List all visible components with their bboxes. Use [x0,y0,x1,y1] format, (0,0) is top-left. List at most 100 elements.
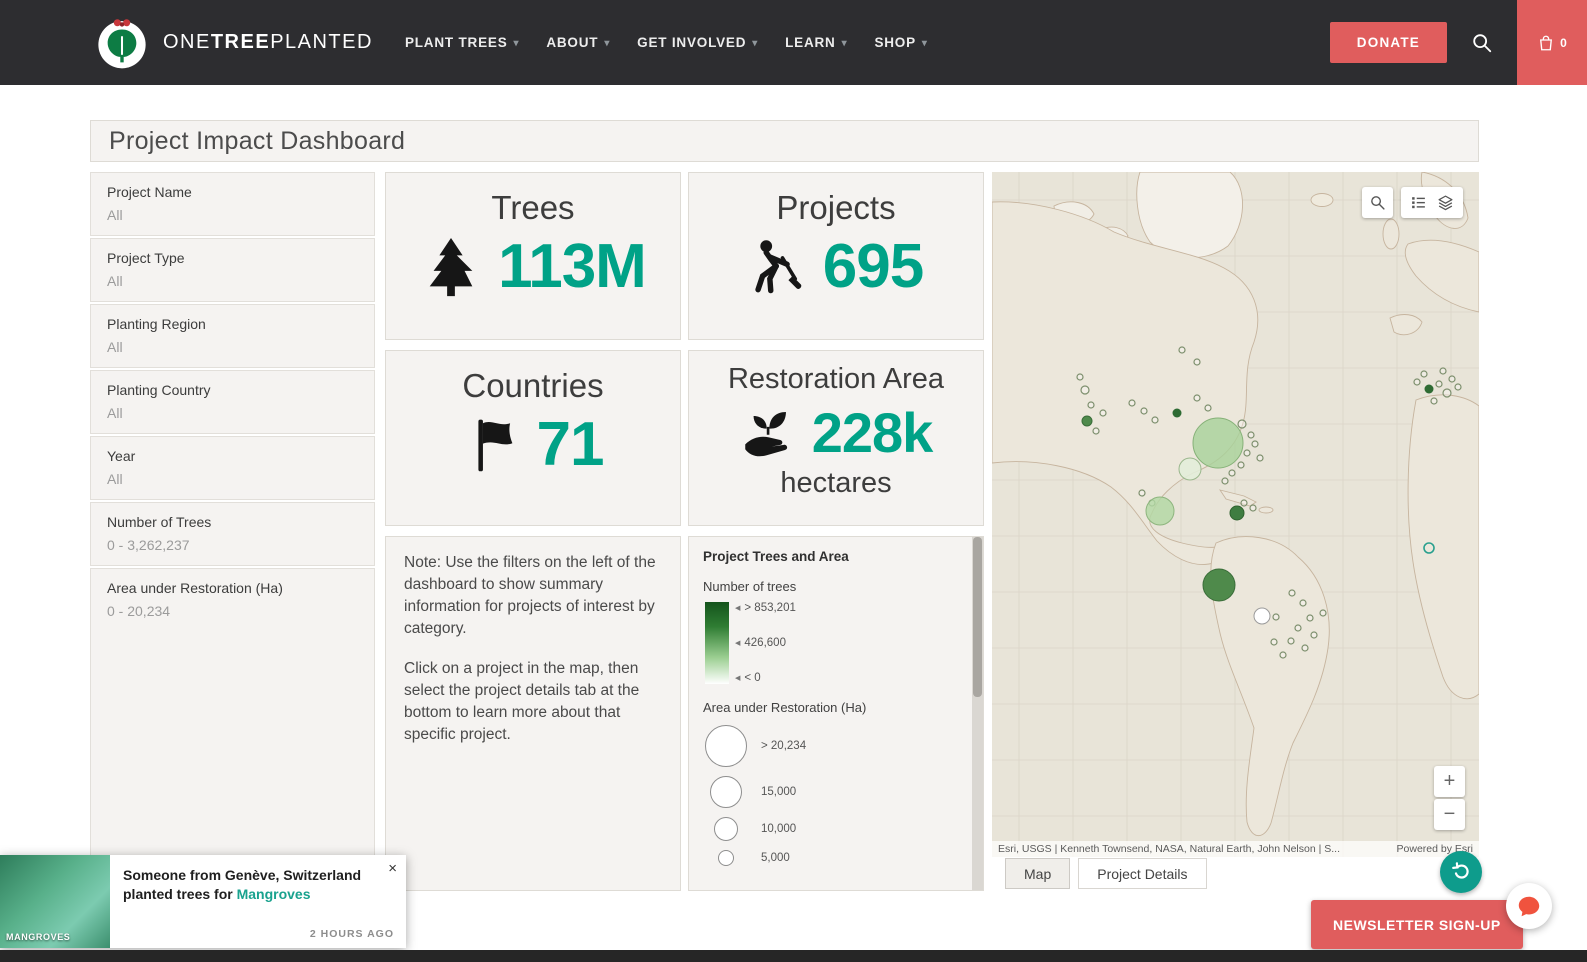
projects-map[interactable]: + − Esri, USGS | Kenneth Townsend, NASA,… [992,172,1479,857]
stat-card-restoration-area: Restoration Area 228k hectares [688,350,984,526]
brand-planted: PLANTED [270,31,373,53]
project-marker[interactable] [1229,505,1245,521]
note-paragraph-1: Note: Use the filters on the left of the… [404,554,656,637]
chevron-down-icon: ▾ [921,38,928,49]
tick-label: > 853,201 [744,602,796,614]
map-landmasses [992,172,1479,837]
note-paragraph-2: Click on a project in the map, then sele… [404,660,640,743]
stat-value: 228k [811,401,934,464]
zoom-out-button[interactable]: − [1434,799,1465,830]
filter-label: Area under Restoration (Ha) [107,580,283,596]
size-circle-icon [718,850,734,866]
tick-label: 426,600 [744,637,786,649]
gradient-tick: ◀ 426,600 [735,637,796,649]
nav-item-get-involved[interactable]: GET INVOLVED ▾ [637,35,758,50]
donate-button[interactable]: DONATE [1329,22,1447,63]
project-marker-large[interactable] [1192,417,1244,469]
map-tabs: Map Project Details [1005,858,1207,889]
nav-item-label: PLANT TREES [404,35,508,50]
project-marker[interactable] [1424,384,1434,394]
area-legend-row: 5,000 [703,850,969,866]
zoom-in-button[interactable]: + [1434,766,1465,797]
filter-value: All [107,471,123,487]
map-search-button[interactable] [1362,187,1393,218]
nav-item-shop[interactable]: SHOP ▾ [874,35,927,50]
size-circle-icon [705,725,747,767]
project-marker[interactable] [1081,415,1093,427]
nav-item-plant-trees[interactable]: PLANT TREES ▾ [405,35,519,50]
tab-map[interactable]: Map [1005,858,1071,889]
project-marker[interactable] [1253,607,1271,625]
refresh-button[interactable] [1440,851,1482,893]
nav-item-label: SHOP [874,35,916,50]
brand-name: ONETREEPLANTED [163,31,373,54]
filter-value: All [107,207,123,223]
newsletter-signup-button[interactable]: NEWSLETTER SIGN-UP [1311,900,1523,949]
nav-right-controls: DONATE 0 [1329,0,1587,85]
filter-planting-region[interactable]: Planting Region All [90,304,375,368]
search-icon[interactable] [1471,32,1493,54]
trees-gradient-legend: ◀ > 853,201 ◀ 426,600 ◀ < 0 [705,602,969,684]
stat-card-countries: Countries 71 [385,350,681,526]
nav-item-label: LEARN [785,35,836,50]
logo-icon [98,18,146,68]
onetreeplanted-logo[interactable] [95,16,149,70]
project-marker[interactable] [1145,496,1175,526]
stat-value: 71 [536,410,605,479]
project-marker-dark[interactable] [1202,568,1236,602]
filter-label: Project Type [107,250,185,266]
brand-tree: TREE [210,31,271,53]
filter-label: Project Name [107,184,192,200]
area-tick-label: 10,000 [761,823,797,835]
size-circle-icon [710,776,742,808]
legend-list-icon[interactable] [1410,194,1427,211]
chat-launcher-button[interactable] [1506,883,1552,929]
area-legend-row: 10,000 [703,817,969,841]
tab-project-details[interactable]: Project Details [1078,858,1207,889]
brand-one: ONE [163,31,211,53]
project-marker[interactable] [1172,408,1182,418]
nav-item-learn[interactable]: LEARN ▾ [785,35,847,50]
scrollbar-thumb[interactable] [973,537,982,697]
stat-value: 113M [498,232,647,301]
legend-scrollbar[interactable] [972,537,983,890]
layers-icon[interactable] [1437,194,1454,211]
filter-year[interactable]: Year All [90,436,375,500]
close-icon[interactable]: × [388,861,397,876]
map-canvas [992,172,1479,857]
stat-unit: hectares [780,467,892,499]
nav-item-label: GET INVOLVED [637,35,747,50]
filter-project-name[interactable]: Project Name All [90,172,375,236]
stat-title: Countries [462,367,604,404]
instructions-note: Note: Use the filters on the left of the… [385,536,681,891]
stat-value: 695 [822,232,924,301]
filter-planting-country[interactable]: Planting Country All [90,370,375,434]
notification-body: Someone from Genève, Switzerland planted… [110,855,406,948]
filter-number-of-trees[interactable]: Number of Trees 0 - 3,262,237 [90,502,375,566]
cart-button[interactable]: 0 [1517,0,1587,85]
filter-area-under-restoration[interactable]: Area under Restoration (Ha) 0 - 20,234 [90,568,375,891]
tick-arrow-icon: ◀ [735,640,741,647]
stat-card-trees: Trees 113M [385,172,681,340]
chat-bubble-icon [1518,896,1540,917]
area-legend-row: 15,000 [703,776,969,808]
photo-caption: MANGROVES [6,932,71,942]
project-marker[interactable] [1178,457,1202,481]
legend-area-label: Area under Restoration (Ha) [703,700,867,715]
tick-arrow-icon: ◀ [735,605,741,612]
map-legend: Project Trees and Area Number of trees ◀… [688,536,984,891]
nav-item-about[interactable]: ABOUT ▾ [546,35,610,50]
size-circle-icon [714,817,738,841]
stat-title: Restoration Area [727,363,944,395]
bag-icon [1540,35,1553,50]
mangroves-link[interactable]: Mangroves [237,886,311,902]
filter-project-type[interactable]: Project Type All [90,238,375,302]
filter-label: Planting Region [107,316,206,332]
nav-links: PLANT TREES ▾ ABOUT ▾ GET INVOLVED ▾ LEA… [405,35,928,50]
chevron-down-icon: ▾ [513,38,520,49]
planter-person-icon [755,239,802,293]
page-title: Project Impact Dashboard [109,126,406,155]
activity-notification: MANGROVES Someone from Genève, Switzerla… [0,855,406,948]
area-tick-label: > 20,234 [761,740,807,752]
notification-photo: MANGROVES [0,855,110,948]
